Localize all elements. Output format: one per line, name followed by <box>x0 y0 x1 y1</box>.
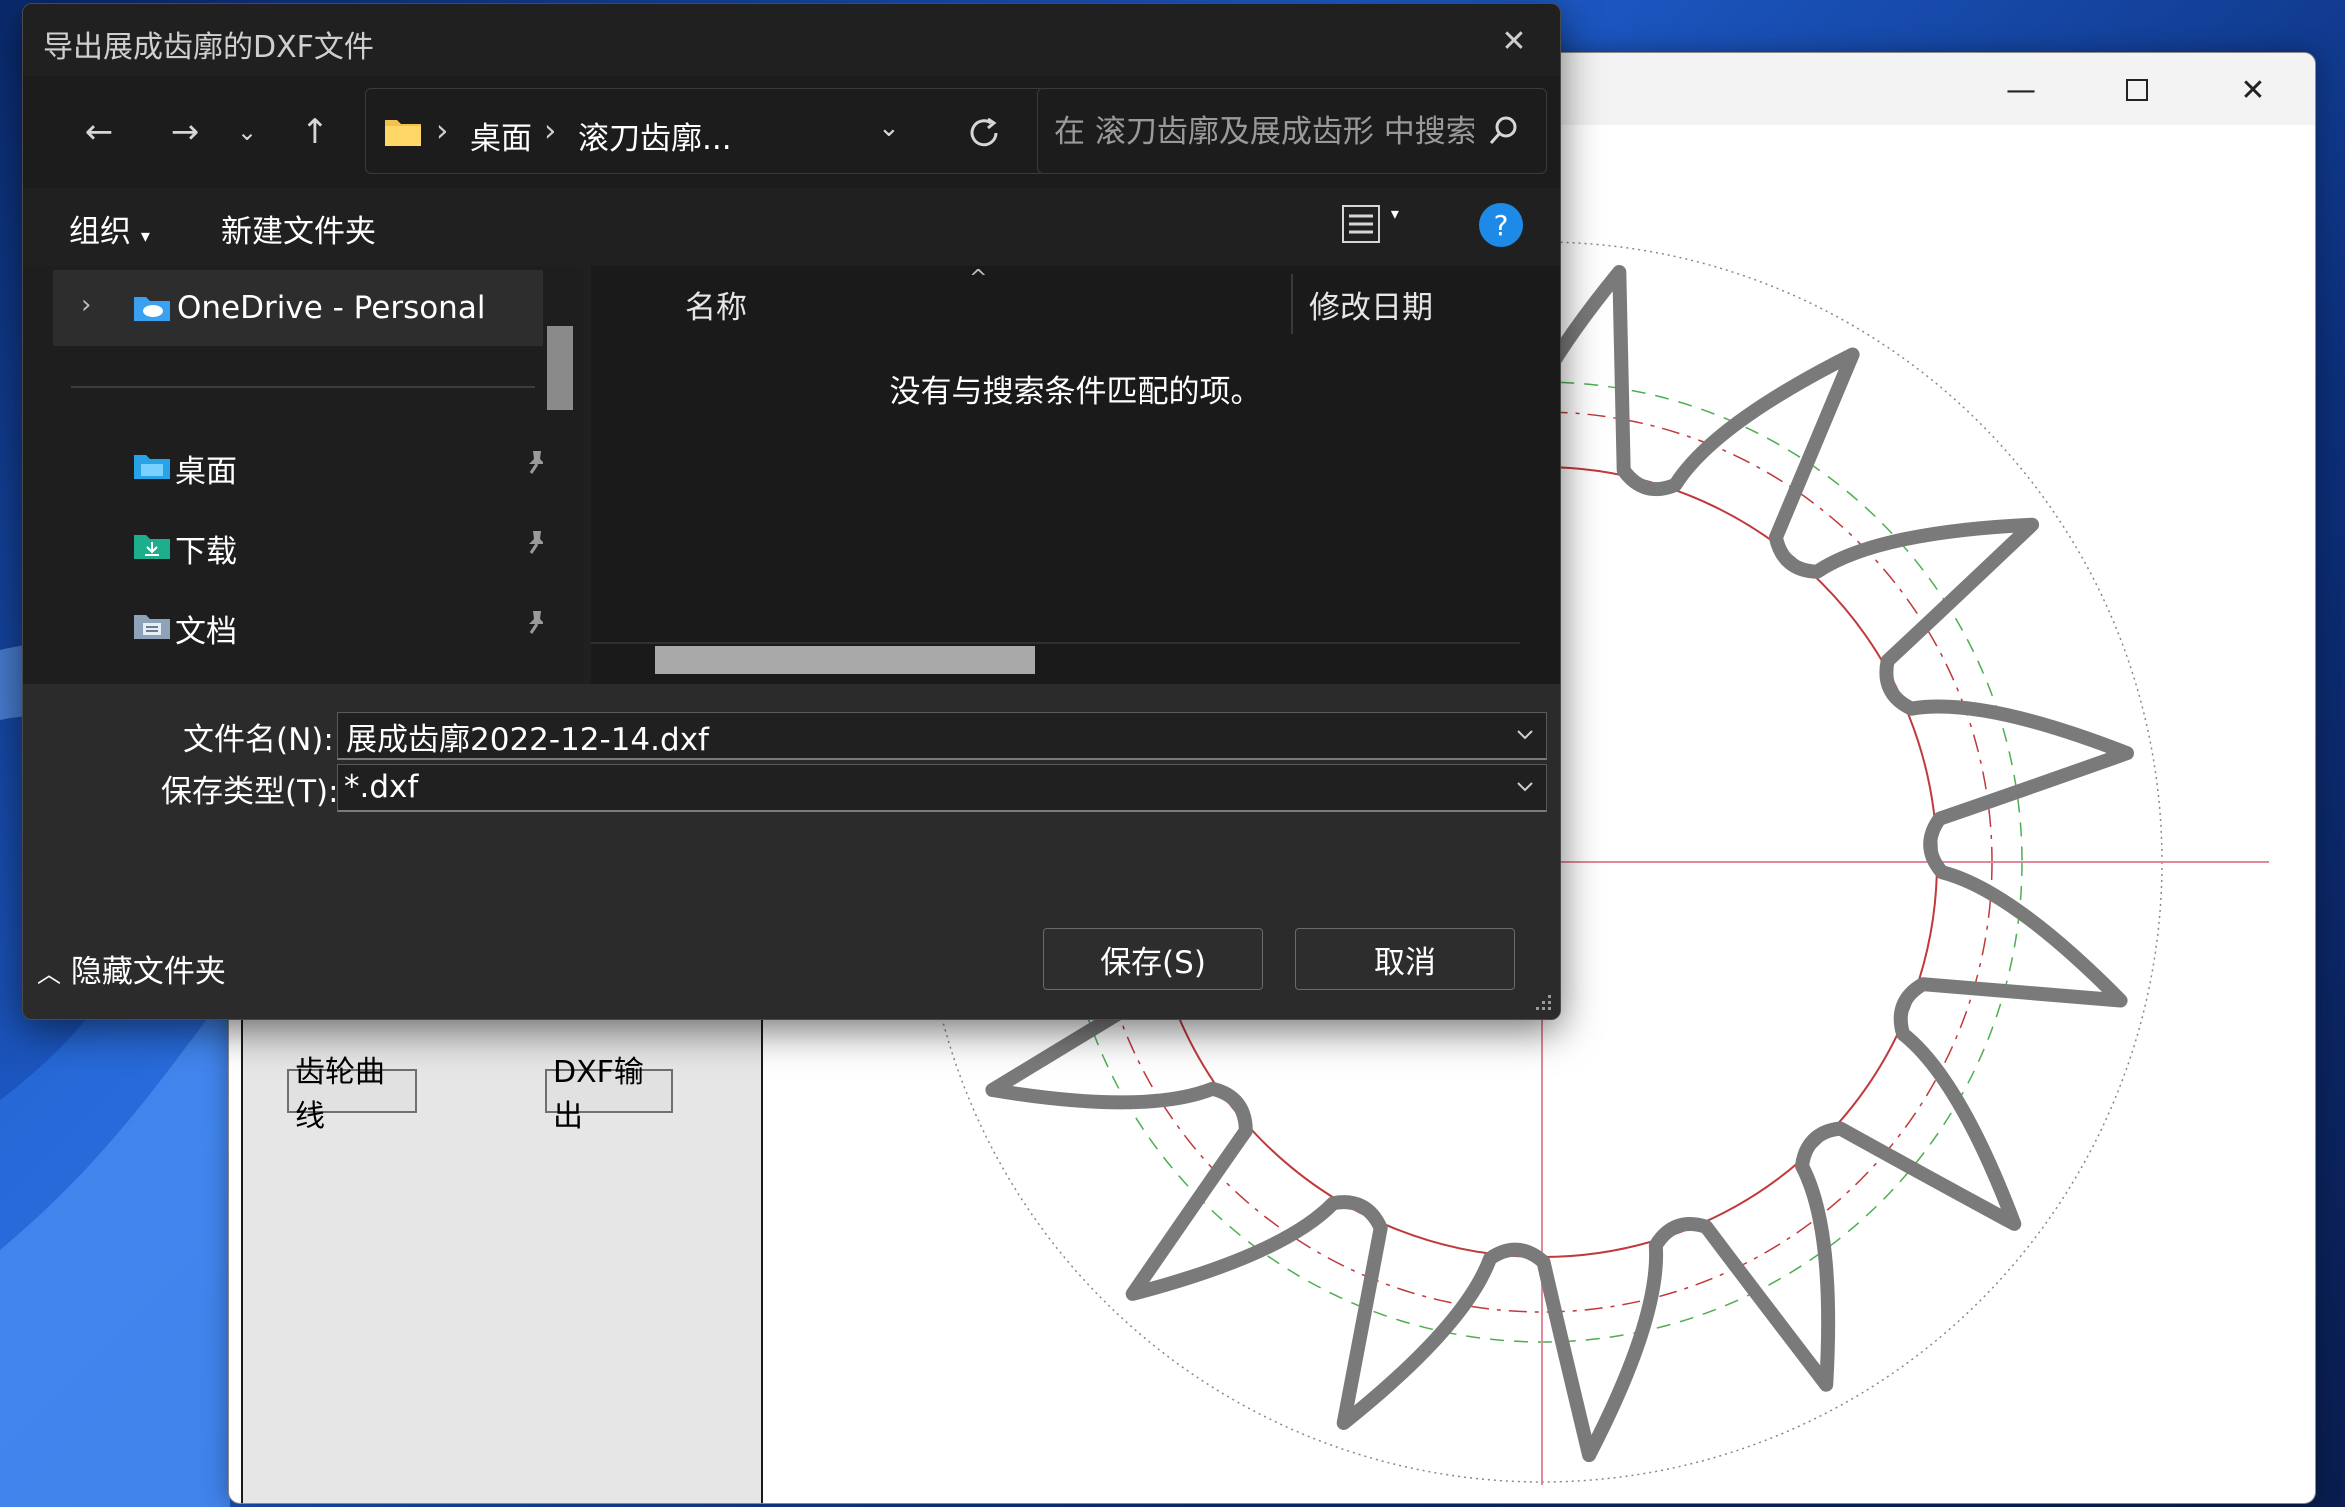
filename-input[interactable] <box>344 717 1498 755</box>
minimize-icon: — <box>2006 72 2036 108</box>
filename-label: 文件名(N): <box>183 722 334 758</box>
close-icon: ✕ <box>1501 23 1527 59</box>
desktop-folder-icon <box>134 455 170 479</box>
nav-item-documents[interactable]: 文档 <box>53 586 563 662</box>
caret-down-icon: ▾ <box>1390 204 1399 223</box>
arrow-left-icon: ← <box>84 112 114 152</box>
filetype-label: 保存类型(T): <box>161 774 339 810</box>
organize-menu[interactable]: 组织 ▾ <box>69 206 150 251</box>
chevron-down-icon[interactable] <box>1514 775 1536 797</box>
maximize-button[interactable] <box>2107 67 2167 113</box>
list-view-icon <box>1342 205 1380 243</box>
nav-item-label: 下载 <box>175 534 237 570</box>
nav-item-label: 桌面 <box>175 454 237 490</box>
back-button[interactable]: ← <box>71 104 127 160</box>
minimize-button[interactable]: — <box>1991 67 2051 113</box>
onedrive-folder-icon <box>134 297 170 321</box>
filetype-value: *.dxf <box>344 769 419 805</box>
breadcrumb-separator-icon: › <box>544 113 557 149</box>
resize-grip-icon[interactable] <box>1532 991 1554 1013</box>
refresh-icon[interactable] <box>966 115 1002 151</box>
dialog-title: 导出展成齿廓的DXF文件 <box>43 30 374 65</box>
close-icon: ✕ <box>2240 72 2266 108</box>
filename-combobox[interactable] <box>337 712 1547 760</box>
nav-item-downloads[interactable]: 下载 <box>53 506 563 582</box>
arrow-right-icon: → <box>170 112 200 152</box>
view-options-button[interactable]: ▾ <box>1341 204 1399 252</box>
chevron-down-icon: ⌄ <box>236 118 258 146</box>
navigation-pane: › OneDrive - Personal 桌面 下载 文档 <box>23 266 583 684</box>
downloads-folder-icon <box>134 535 170 559</box>
new-folder-button[interactable]: 新建文件夹 <box>221 206 376 251</box>
maximize-icon <box>2126 79 2148 101</box>
scroll-track <box>591 642 1520 644</box>
search-icon[interactable] <box>1486 113 1522 149</box>
search-box[interactable] <box>1037 88 1547 174</box>
documents-folder-icon <box>134 615 170 639</box>
nav-item-label: OneDrive - Personal <box>177 290 486 326</box>
file-list-pane: 名称 ^ 修改日期 没有与搜索条件匹配的项。 <box>591 266 1560 684</box>
folder-icon <box>385 120 421 146</box>
save-button[interactable]: 保存(S) <box>1043 928 1263 990</box>
navigation-scrollbar[interactable] <box>543 266 577 684</box>
dialog-footer: 文件名(N): 保存类型(T): *.dxf ︿ 隐藏文件夹 保存(S) 取消 <box>23 684 1560 1019</box>
dxf-output-button[interactable]: DXF输出 <box>545 1055 673 1134</box>
caret-down-icon: ▾ <box>140 226 150 247</box>
search-input[interactable] <box>1052 109 1476 155</box>
recent-locations-button[interactable]: ⌄ <box>219 104 275 160</box>
column-header-name[interactable]: 名称 <box>685 282 747 327</box>
arrow-up-icon: ↑ <box>300 112 330 152</box>
hide-folders-label: 隐藏文件夹 <box>70 954 226 990</box>
breadcrumb-separator-icon: › <box>436 113 449 149</box>
column-divider[interactable] <box>1291 274 1293 334</box>
nav-divider <box>71 386 535 388</box>
dialog-close-button[interactable]: ✕ <box>1486 16 1542 66</box>
save-file-dialog: 导出展成齿廓的DXF文件 ✕ ← → ⌄ ↑ › 桌面 › 滚刀齿廓... ⌄ <box>22 3 1561 1020</box>
cancel-button[interactable]: 取消 <box>1295 928 1515 990</box>
nav-item-onedrive[interactable]: › OneDrive - Personal <box>53 270 557 346</box>
sort-ascending-icon: ^ <box>969 266 988 291</box>
chevron-right-icon[interactable]: › <box>81 290 91 320</box>
navigation-scrollbar-thumb[interactable] <box>547 326 573 410</box>
address-dropdown-icon[interactable]: ⌄ <box>878 113 900 143</box>
filetype-select[interactable]: *.dxf <box>337 764 1547 812</box>
organize-label: 组织 <box>69 214 131 250</box>
command-toolbar: 组织 ▾ 新建文件夹 ▾ ? <box>23 188 1560 266</box>
close-button[interactable]: ✕ <box>2223 67 2283 113</box>
up-button[interactable]: ↑ <box>287 104 343 160</box>
navigation-bar: ← → ⌄ ↑ › 桌面 › 滚刀齿廓... ⌄ <box>23 76 1560 188</box>
nav-item-desktop[interactable]: 桌面 <box>53 426 563 502</box>
gear-curve-button[interactable]: 齿轮曲线 <box>287 1055 417 1134</box>
column-header-modified[interactable]: 修改日期 <box>1309 282 1433 327</box>
chevron-down-icon[interactable] <box>1514 723 1536 745</box>
hide-folders-toggle[interactable]: ︿ 隐藏文件夹 <box>37 946 226 991</box>
breadcrumb-current-folder[interactable]: 滚刀齿廓... <box>578 113 732 158</box>
address-bar[interactable]: › 桌面 › 滚刀齿廓... ⌄ <box>365 88 1045 174</box>
horizontal-scrollbar-thumb[interactable] <box>655 646 1035 674</box>
breadcrumb-desktop[interactable]: 桌面 <box>470 113 532 158</box>
dialog-titlebar: 导出展成齿廓的DXF文件 ✕ <box>23 4 1560 76</box>
nav-item-label: 文档 <box>175 614 237 650</box>
forward-button[interactable]: → <box>157 104 213 160</box>
empty-results-message: 没有与搜索条件匹配的项。 <box>889 374 1262 410</box>
chevron-up-icon: ︿ <box>37 960 61 988</box>
help-button[interactable]: ? <box>1479 203 1523 247</box>
